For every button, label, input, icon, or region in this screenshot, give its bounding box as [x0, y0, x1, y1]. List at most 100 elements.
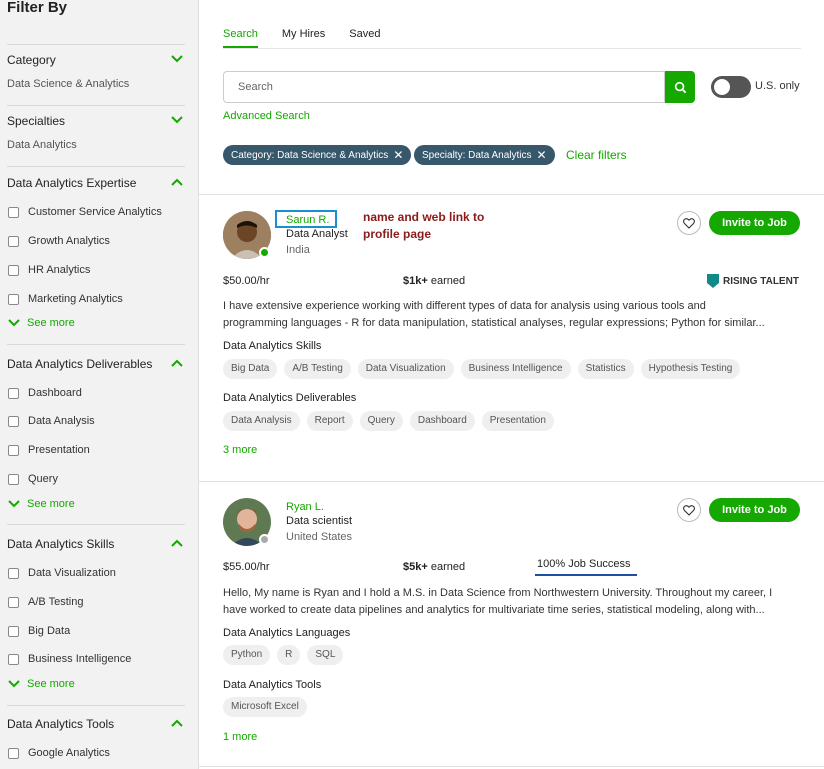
close-icon[interactable]: ✕ — [393, 149, 403, 161]
chevron-up-icon[interactable] — [171, 539, 183, 549]
deliverable-pill[interactable]: Presentation — [481, 411, 554, 431]
languages-pills: Python R SQL — [223, 645, 350, 665]
deliverable-pill[interactable]: Report — [306, 411, 353, 431]
skill-pill[interactable]: Data Visualization — [357, 359, 454, 379]
more-link[interactable]: 1 more — [223, 731, 257, 743]
chevron-up-icon[interactable] — [171, 719, 183, 729]
save-heart-button[interactable] — [677, 498, 701, 522]
tools-option[interactable]: Google Analytics — [8, 747, 110, 759]
skills-option[interactable]: A/B Testing — [8, 596, 83, 608]
chevron-up-icon[interactable] — [171, 178, 183, 188]
rising-talent-badge: RISING TALENT — [707, 274, 799, 288]
checkbox[interactable] — [8, 625, 19, 637]
clear-filters-link[interactable]: Clear filters — [566, 148, 627, 162]
search-icon — [674, 81, 686, 93]
checkbox[interactable] — [8, 747, 19, 759]
freelancer-country: United States — [286, 531, 353, 543]
freelancer-description[interactable]: Hello, My name is Ryan and I hold a M.S.… — [223, 585, 799, 619]
deliverables-option[interactable]: Data Analysis — [8, 415, 95, 427]
specialties-header[interactable]: Specialties — [7, 114, 185, 128]
invite-to-job-button[interactable]: Invite to Job — [709, 211, 800, 235]
search-input[interactable]: Search — [223, 71, 665, 103]
checkbox[interactable] — [8, 206, 19, 218]
divider — [7, 44, 185, 45]
offline-status-dot — [259, 534, 270, 545]
skill-pill[interactable]: A/B Testing — [284, 359, 351, 379]
earned-amount: $5k+ — [403, 561, 428, 573]
expertise-option[interactable]: Growth Analytics — [8, 235, 110, 247]
deliverable-pill[interactable]: Query — [359, 411, 403, 431]
tools-group-title: Data Analytics Tools — [223, 679, 322, 691]
checkbox[interactable] — [8, 387, 19, 399]
option-label: Query — [28, 473, 58, 485]
us-only-label: U.S. only — [755, 80, 800, 92]
skill-pill[interactable]: Business Intelligence — [460, 359, 571, 379]
category-header[interactable]: Category — [7, 53, 185, 67]
deliverables-option[interactable]: Query — [8, 473, 58, 485]
deliverable-pill[interactable]: Data Analysis — [223, 411, 300, 431]
language-pill[interactable]: R — [277, 645, 301, 665]
checkbox[interactable] — [8, 473, 19, 485]
expertise-header[interactable]: Data Analytics Expertise — [7, 176, 185, 190]
more-link[interactable]: 3 more — [223, 444, 257, 456]
close-icon[interactable]: ✕ — [537, 149, 547, 161]
option-label: Big Data — [28, 625, 71, 637]
see-more-link[interactable]: See more — [8, 678, 75, 690]
skills-group-title: Data Analytics Skills — [223, 340, 322, 352]
freelancer-name-link[interactable]: Ryan L. — [286, 501, 324, 513]
tool-pill[interactable]: Microsoft Excel — [223, 697, 307, 717]
skill-pill[interactable]: Big Data — [223, 359, 278, 379]
skill-pill[interactable]: Statistics — [577, 359, 634, 379]
option-label: Dashboard — [28, 387, 82, 399]
checkbox[interactable] — [8, 444, 19, 456]
filter-title: Filter By — [7, 0, 68, 16]
advanced-search-link[interactable]: Advanced Search — [223, 110, 310, 122]
checkbox[interactable] — [8, 235, 19, 247]
see-more-link[interactable]: See more — [8, 317, 75, 329]
deliverables-header[interactable]: Data Analytics Deliverables — [7, 357, 185, 371]
language-pill[interactable]: SQL — [307, 645, 344, 665]
chevron-up-icon[interactable] — [171, 359, 183, 369]
skills-header[interactable]: Data Analytics Skills — [7, 537, 185, 551]
deliverables-option[interactable]: Dashboard — [8, 387, 82, 399]
us-only-toggle[interactable] — [711, 76, 751, 98]
checkbox[interactable] — [8, 596, 19, 608]
invite-to-job-button[interactable]: Invite to Job — [709, 498, 800, 522]
tab-saved[interactable]: Saved — [349, 28, 380, 48]
tab-my-hires[interactable]: My Hires — [282, 28, 325, 48]
checkbox[interactable] — [8, 264, 19, 276]
deliverable-pill[interactable]: Dashboard — [409, 411, 475, 431]
skills-option[interactable]: Data Visualization — [8, 567, 116, 579]
expertise-option[interactable]: HR Analytics — [8, 264, 90, 276]
description-line: programming languages - R for data manip… — [223, 317, 765, 329]
freelancer-description[interactable]: I have extensive experience working with… — [223, 298, 799, 332]
checkbox[interactable] — [8, 415, 19, 427]
skills-option[interactable]: Business Intelligence — [8, 653, 131, 665]
filter-chip-specialty[interactable]: Specialty: Data Analytics ✕ — [414, 145, 555, 165]
freelancer-name-link[interactable]: Sarun R. — [286, 214, 329, 226]
option-label: Marketing Analytics — [28, 293, 123, 305]
see-more-link[interactable]: See more — [8, 498, 75, 510]
annotation-text: name and web link to profile page — [363, 209, 484, 243]
divider — [7, 705, 185, 706]
language-pill[interactable]: Python — [223, 645, 271, 665]
option-label: HR Analytics — [28, 264, 91, 276]
shield-icon — [707, 274, 719, 288]
card-divider — [199, 194, 824, 195]
checkbox[interactable] — [8, 653, 19, 665]
chevron-down-icon[interactable] — [171, 116, 183, 126]
expertise-option[interactable]: Customer Service Analytics — [8, 206, 162, 218]
save-heart-button[interactable] — [677, 211, 701, 235]
skills-option[interactable]: Big Data — [8, 625, 70, 637]
tab-search[interactable]: Search — [223, 28, 258, 48]
chevron-down-icon[interactable] — [171, 55, 183, 65]
filter-chip-category[interactable]: Category: Data Science & Analytics ✕ — [223, 145, 412, 165]
expertise-option[interactable]: Marketing Analytics — [8, 293, 123, 305]
option-label: Business Intelligence — [28, 653, 132, 665]
skill-pill[interactable]: Hypothesis Testing — [640, 359, 741, 379]
checkbox[interactable] — [8, 293, 19, 305]
checkbox[interactable] — [8, 567, 19, 579]
deliverables-option[interactable]: Presentation — [8, 444, 90, 456]
tools-header[interactable]: Data Analytics Tools — [7, 717, 185, 731]
search-button[interactable] — [665, 71, 695, 103]
